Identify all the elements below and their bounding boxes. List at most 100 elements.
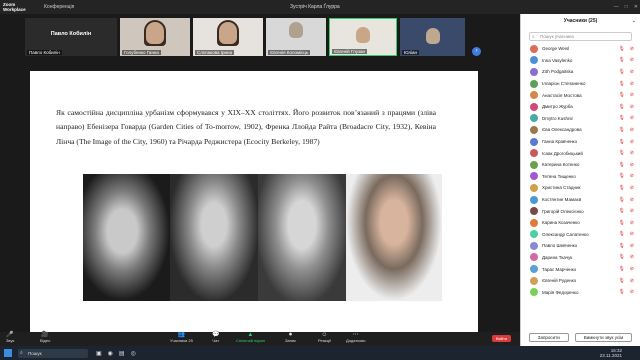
participant-status-icons: 🎙 ⊘ (618, 46, 634, 52)
video-tile[interactable]: Євгенія Коломієць (266, 18, 326, 56)
muted-microphone-icon: 🎙 (618, 80, 625, 87)
minimize-button[interactable]: — (614, 4, 619, 10)
taskbar-clock: 16:32 23.11.2021 (600, 348, 622, 358)
video-off-icon: ⊘ (629, 161, 634, 168)
tile-label: Слєпакова Ірина (195, 50, 234, 55)
video-off-icon: ⊘ (629, 173, 634, 180)
shared-screen-area: Як самостійна дисципліна урбанізм сформу… (0, 60, 520, 332)
windows-start-icon[interactable] (4, 349, 12, 357)
participant-avatar (530, 91, 538, 100)
participant-row[interactable]: Єва Олександрова 🎙 ⊘ (521, 124, 640, 136)
participant-avatar (530, 183, 538, 192)
participant-status-icons: 🎙 ⊘ (618, 231, 634, 237)
muted-microphone-icon: 🎙 (618, 126, 625, 133)
chat-button[interactable]: 💬 Чат (212, 332, 219, 343)
participants-panel: Учасники (25) ⌄ Пошук учасника George We… (520, 14, 640, 346)
participant-row[interactable]: Анастасія Мостова 🎙 ⊘ (521, 89, 640, 101)
video-off-icon: ⊘ (629, 150, 634, 157)
participant-row[interactable]: Ганна Кравченко 🎙 ⊘ (521, 136, 640, 148)
participant-row[interactable]: Тетяна Тищенко 🎙 ⊘ (521, 171, 640, 183)
video-off-icon: ⊘ (629, 289, 634, 296)
participant-row[interactable]: Карина Козаченко 🎙 ⊘ (521, 217, 640, 229)
participant-row[interactable]: Костянтин Мамаєв 🎙 ⊘ (521, 194, 640, 206)
zoom-app-icon[interactable]: ◎ (131, 350, 136, 357)
video-off-icon: ⊘ (629, 68, 634, 75)
participant-row[interactable]: Dmytro Kushnir 🎙 ⊘ (521, 113, 640, 125)
participant-row[interactable]: Євгеній Руденко 🎙 ⊘ (521, 275, 640, 287)
participant-status-icons: 🎙 ⊘ (618, 243, 634, 249)
next-page-button[interactable]: › (472, 47, 481, 56)
mute-all-button[interactable]: Вимкнути звук усім (574, 333, 633, 342)
leave-meeting-button[interactable]: Вийти (492, 335, 512, 342)
participant-row[interactable]: Олександр Салатенко 🎙 ⊘ (521, 229, 640, 241)
more-button[interactable]: ⋯ Додатково (346, 332, 366, 343)
participant-avatar (356, 27, 370, 43)
participant-status-icons: 🎙 ⊘ (618, 115, 634, 121)
video-tile[interactable]: Голубенко Ганна (120, 18, 190, 56)
participant-row[interactable]: Марія Федоренко 🎙 ⊘ (521, 286, 640, 298)
maximize-button[interactable]: □ (625, 4, 628, 10)
invite-button[interactable]: Запросити (528, 333, 569, 342)
muted-microphone-icon: 🎙 (618, 138, 625, 145)
participant-status-icons: 🎙 ⊘ (618, 150, 634, 156)
task-view-icon[interactable]: ▣ (96, 350, 102, 357)
participant-row[interactable]: Inna Vasylenko 🎙 ⊘ (521, 55, 640, 67)
video-button[interactable]: 🎥 Відео (40, 332, 50, 343)
participant-avatar (530, 230, 538, 239)
audio-button[interactable]: 🎤 Звук (6, 332, 14, 343)
participant-row[interactable]: Григорій Олексієнко 🎙 ⊘ (521, 205, 640, 217)
participants-button[interactable]: 👥 Учасники 25 (170, 332, 193, 343)
clock-date: 23.11.2021 (599, 353, 622, 358)
participant-name: Анастасія Мостова (542, 92, 582, 98)
video-off-icon: ⊘ (629, 196, 634, 203)
participant-status-icons: 🎙 ⊘ (618, 278, 634, 284)
participant-name: Христина Стадник (542, 185, 581, 191)
close-panel-icon[interactable]: ⌄ (632, 14, 636, 28)
participant-name: Катерина Котенко (542, 162, 580, 168)
muted-microphone-icon: 🎙 (618, 150, 625, 157)
window-controls: — □ ✕ (614, 4, 638, 10)
close-window-button[interactable]: ✕ (634, 4, 638, 10)
participant-status-icons: 🎙 ⊘ (618, 266, 634, 272)
muted-microphone-icon: 🎙 (618, 208, 625, 215)
participant-name: Zöh Podgaitska (542, 69, 574, 75)
participant-avatar (530, 265, 538, 274)
taskbar-search-input[interactable]: Пошук (18, 348, 88, 358)
participant-row[interactable]: Ілларіон Степаненко 🎙 ⊘ (521, 78, 640, 90)
title-bar: Zoom Workplace Конференція Зустріч Карла… (0, 0, 640, 14)
participant-row[interactable]: Zöh Podgaitska 🎙 ⊘ (521, 66, 640, 78)
logo-line2: Workplace (3, 7, 26, 12)
reactions-button[interactable]: ☺ Реакції (318, 332, 331, 343)
video-tile-name-only[interactable]: Павло Кобилін Павло Кобилін (25, 18, 117, 56)
participant-row[interactable]: Ісаак Дрогобицький 🎙 ⊘ (521, 147, 640, 159)
participant-row[interactable]: Павло Шевченко 🎙 ⊘ (521, 240, 640, 252)
video-tile-active-speaker[interactable]: Євгеній Глузан (329, 18, 397, 56)
portrait-photo (170, 174, 258, 301)
participant-status-icons: 🎙 ⊘ (618, 220, 634, 226)
folder-icon[interactable]: ▤ (119, 350, 125, 357)
portrait-photo (83, 174, 170, 301)
share-screen-button[interactable]: ▲ Спільний екран (236, 332, 265, 343)
video-tile[interactable]: Слєпакова Ірина (193, 18, 263, 56)
participant-search-input[interactable]: Пошук учасника (529, 32, 632, 41)
participant-avatar (530, 137, 538, 146)
muted-microphone-icon: 🎙 (618, 92, 625, 99)
participant-name: Єва Олександрова (542, 127, 582, 133)
participant-row[interactable]: Христина Стадник 🎙 ⊘ (521, 182, 640, 194)
record-button[interactable]: ⏺ Запис (285, 332, 296, 343)
video-off-icon: ⊘ (629, 92, 634, 99)
participants-count-badge: 25 (188, 338, 193, 343)
participant-row[interactable]: Дарина Ткачук 🎙 ⊘ (521, 252, 640, 264)
participant-row[interactable]: Катерина Котенко 🎙 ⊘ (521, 159, 640, 171)
video-strip: Павло Кобилін Павло Кобилін Голубенко Га… (0, 14, 520, 60)
browser-icon[interactable]: ◉ (108, 350, 113, 357)
participant-row[interactable]: George Weisl 🎙 ⊘ (521, 43, 640, 55)
participant-row[interactable]: Дмитро Журба 🎙 ⊘ (521, 101, 640, 113)
video-off-icon: ⊘ (629, 80, 634, 87)
participant-avatar (289, 22, 303, 38)
participant-status-icons: 🎙 ⊘ (618, 208, 634, 214)
participant-row[interactable]: Тарас Марченко 🎙 ⊘ (521, 263, 640, 275)
participant-name: Євгеній Руденко (542, 278, 577, 284)
conference-tab[interactable]: Конференція (44, 4, 74, 10)
video-tile[interactable]: Юліан (400, 18, 465, 56)
